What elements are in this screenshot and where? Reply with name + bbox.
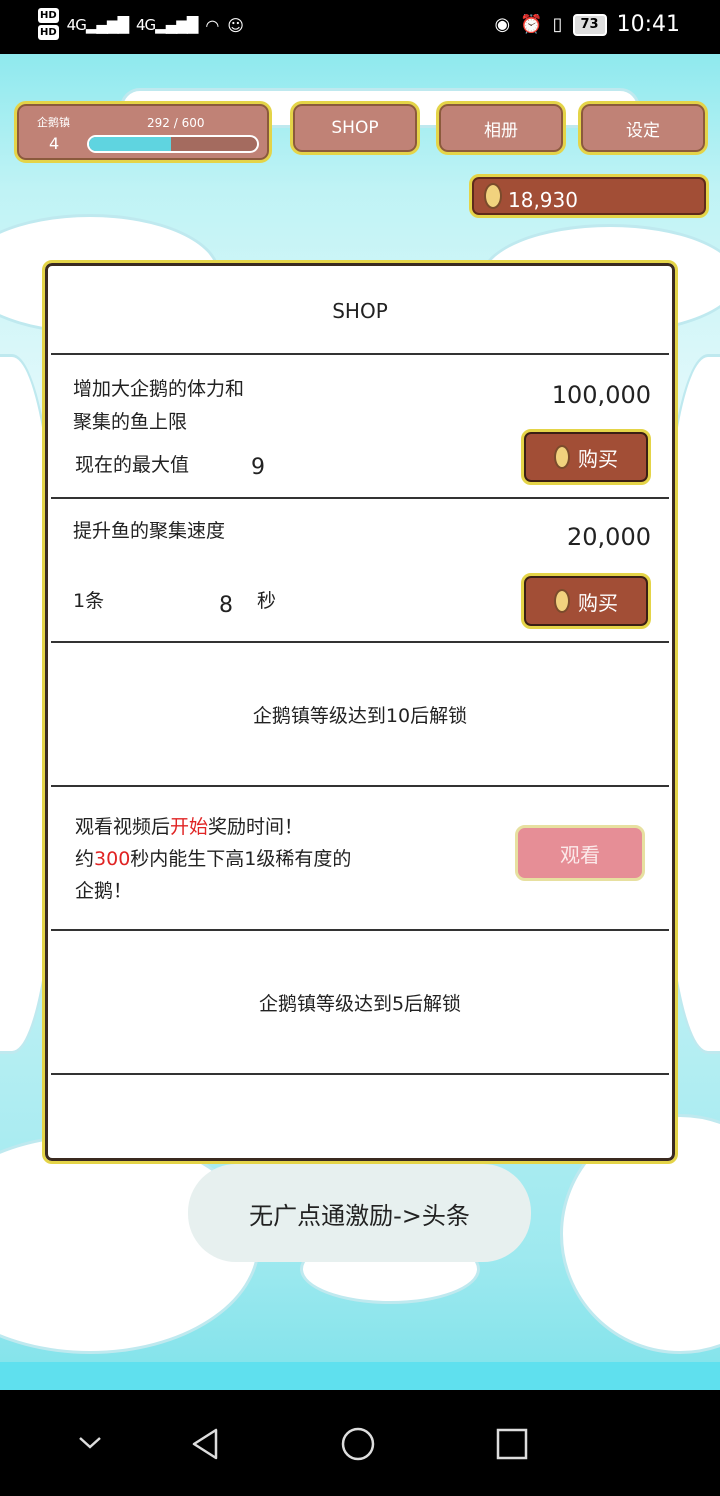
progress-bar-fill [89,137,171,151]
toast-message: 无广点通激励->头条 [188,1164,531,1262]
sim1-signal-icon: 4G▂▄▆█ [66,16,129,34]
item-stat-label: 现在的最大值 [75,454,190,476]
shop-item-locked: 企鹅镇等级达到5后解锁 [51,931,669,1075]
vibrate-icon: ▯ [552,14,563,35]
status-right: ◉ ⏰ ▯ 73 10:41 [494,12,680,37]
navigation-bar [0,1390,720,1496]
shop-item-video-reward: 观看视频后开始奖励时间！ 约300秒内能生下高1级稀有度的 企鹅！ 观看 [51,787,669,931]
video-line1: 观看视频后开始奖励时间！ [75,811,303,844]
video-line3: 企鹅！ [75,880,133,902]
item-stat-value: 9 [251,455,265,480]
town-level-panel: 企鹅镇 4 292 / 600 [14,101,272,163]
hd1-badge: HD [38,8,59,23]
shop-title: SHOP [51,269,669,355]
video-line1-a: 观看视频后 [75,816,171,838]
progress-bar [87,135,259,153]
item-stat-label: 1条 [73,590,105,612]
alarm-icon: ⏰ [520,14,543,35]
game-scene[interactable]: 企鹅镇 4 292 / 600 SHOP 相册 设定 18,930 SHOP 增… [0,54,720,1390]
item-desc-line1: 提升鱼的聚集速度 [73,520,226,542]
hd2-badge: HD [38,25,59,40]
item-desc-line2: 聚集的鱼上限 [73,411,188,433]
town-label: 企鹅镇 [37,116,70,129]
status-left: HD HD 4G▂▄▆█ 4G▂▄▆█ ◠ ☺ [38,8,244,42]
coin-counter: 18,930 [469,174,709,218]
item-price: 20,000 [567,523,651,551]
settings-button[interactable]: 设定 [578,101,708,155]
buy-label: 购买 [578,446,618,471]
video-line1-b: 开始 [170,816,209,838]
coin-amount: 18,930 [508,188,578,212]
video-line2-b: 300 [94,848,131,870]
battery-icon: 73 [572,13,607,36]
watch-video-button[interactable]: 观看 [515,825,645,881]
coin-icon [554,589,570,613]
eye-icon: ◉ [494,14,511,35]
back-icon[interactable] [188,1426,224,1462]
hd-indicators: HD HD [38,8,59,42]
shop-item-stamina: 增加大企鹅的体力和 聚集的鱼上限 现在的最大值 9 100,000 购买 [51,355,669,499]
sim2-label: 4G [136,16,156,34]
progress-text: 292 / 600 [147,116,205,130]
home-icon[interactable] [340,1426,376,1462]
lock-message: 企鹅镇等级达到10后解锁 [252,705,468,727]
item-stat-unit: 秒 [257,590,277,612]
sim1-label: 4G [66,16,87,34]
video-line2-c: 秒内能生下高1级稀有度的 [130,848,352,870]
buy-button[interactable]: 购买 [521,429,651,485]
item-price: 100,000 [551,381,651,409]
town-level: 4 [49,134,60,153]
coin-icon [484,183,502,209]
sea-band [0,1362,720,1390]
item-desc-line1: 增加大企鹅的体力和 [73,378,245,400]
shop-item-fish-speed: 提升鱼的聚集速度 1条 8 秒 20,000 购买 [51,499,669,643]
sim2-signal-icon: 4G▂▄▆█ [136,16,198,34]
wifi-icon: ◠ [205,15,220,35]
buy-label: 购买 [578,590,618,615]
video-line1-c: 奖励时间！ [208,816,304,838]
chevron-down-icon[interactable] [74,1426,106,1458]
buy-button[interactable]: 购买 [521,573,651,629]
shop-panel: SHOP 增加大企鹅的体力和 聚集的鱼上限 现在的最大值 9 100,000 购… [42,260,678,1164]
video-line2-a: 约 [75,848,95,870]
shop-item-locked: 企鹅镇等级达到10后解锁 [51,643,669,787]
recent-apps-icon[interactable] [494,1426,530,1462]
coin-icon [554,445,570,469]
app-notification-icon: ☺ [227,15,244,35]
shop-button[interactable]: SHOP [290,101,420,155]
status-bar: HD HD 4G▂▄▆█ 4G▂▄▆█ ◠ ☺ ◉ ⏰ ▯ 73 10:41 [0,0,720,54]
video-line2: 约300秒内能生下高1级稀有度的 [75,843,351,876]
shop-panel-inner: SHOP 增加大企鹅的体力和 聚集的鱼上限 现在的最大值 9 100,000 购… [51,269,669,1155]
album-button[interactable]: 相册 [436,101,566,155]
clock: 10:41 [616,12,680,37]
item-stat-value: 8 [219,593,233,618]
lock-message: 企鹅镇等级达到5后解锁 [258,993,462,1015]
